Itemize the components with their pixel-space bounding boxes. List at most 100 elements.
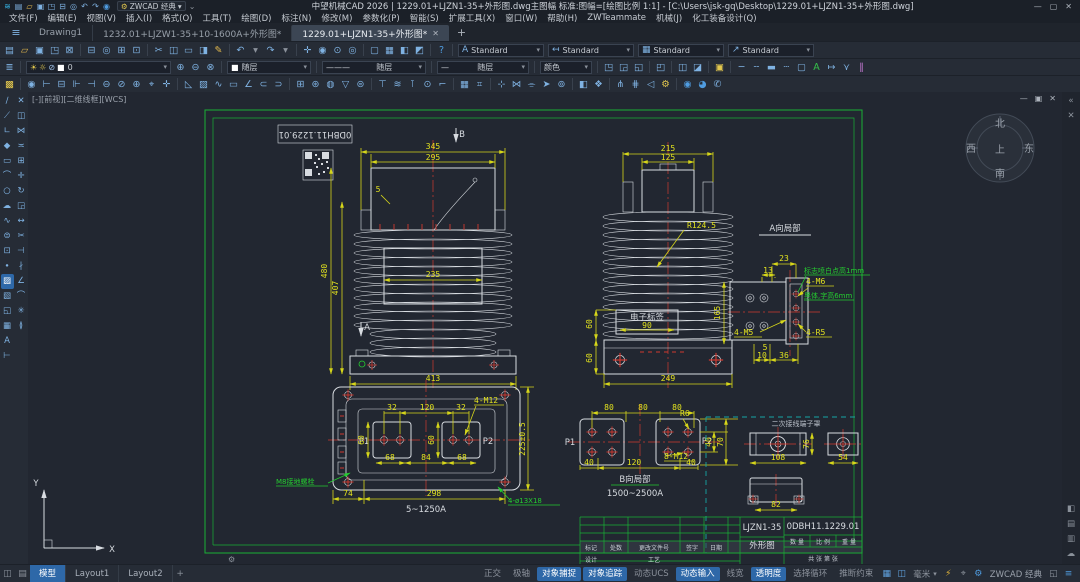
plot-icon[interactable]: ⊟ [57,2,68,11]
new-file-icon[interactable]: ▤ [13,2,24,11]
status-toggle[interactable]: 动态输入 [676,567,720,581]
close-button[interactable]: ✕ [1065,2,1072,11]
menu-item[interactable]: 修改(M) [316,12,357,24]
design-center-icon[interactable]: ▤ [1063,517,1079,532]
layout-tab[interactable]: 模型 [30,565,66,582]
linetype-control-icon[interactable]: ╌ [749,60,764,75]
title-block-icon[interactable]: ◧ [576,77,591,92]
paste-icon[interactable]: ▭ [181,43,196,58]
revolve-icon[interactable]: ⊚ [554,77,569,92]
update-fields-icon[interactable]: ▣ [712,60,727,75]
paste-special-icon[interactable]: ◨ [196,43,211,58]
linetype-dropdown[interactable]: ——— 随层 ▾ [322,61,426,74]
constraint-bars-icon[interactable]: ∥ [854,60,869,75]
weld-symbol-icon[interactable]: ∠ [241,77,256,92]
layer-previous-icon[interactable]: ⊖ [188,60,203,75]
viewport-multi-icon[interactable]: ▦ [382,43,397,58]
menu-item[interactable]: ZWTeammate [582,13,651,23]
cone-icon[interactable]: ▽ [338,77,353,92]
undo-icon[interactable]: ↶ [79,2,90,11]
menu-item[interactable]: 视图(V) [82,12,121,24]
block-edit-icon[interactable]: ◪ [690,60,705,75]
document-tab[interactable]: 1232.01+LJZW1-35+10-1600A+外形图* [92,25,291,41]
zoom-realtime-icon[interactable]: ◉ [315,43,330,58]
layout-tab[interactable]: Layout1 [66,565,119,582]
menu-item[interactable]: 扩展工具(X) [444,12,500,24]
layer-freeze-sun-icon[interactable]: ☼ [39,63,46,72]
join-icon[interactable]: ≬ [15,319,28,334]
trim-icon[interactable]: ✂ [15,229,28,244]
arrow-view-icon[interactable]: ➤ [539,77,554,92]
menu-item[interactable]: 机械(J) [651,12,687,24]
hook-icon[interactable]: ⊃ [271,77,286,92]
color-dropdown[interactable]: ■ 随层 ▾ [227,61,311,74]
bolt-side-icon[interactable]: ⊢ [39,77,54,92]
pair-icon[interactable]: ⋔ [613,77,628,92]
polygon-icon[interactable]: ◆ [1,139,14,154]
open-file-icon[interactable]: ▱ [24,2,35,11]
undo-dropdown-icon[interactable]: ▾ [248,43,263,58]
layer-color-swatch[interactable]: ■ [57,63,65,72]
rotate-icon[interactable]: ↻ [15,184,28,199]
insert-block-icon[interactable]: ⊡ [1,244,14,259]
plot-preview-icon[interactable]: ◎ [68,2,79,11]
crosshair-icon[interactable]: ✛ [159,77,174,92]
array-icon[interactable]: ⊞ [15,154,28,169]
mirror-icon[interactable]: ⋈ [15,124,28,139]
zoom-previous-icon[interactable]: ◎ [345,43,360,58]
save-file-icon[interactable]: ▣ [35,2,46,11]
cut-icon[interactable]: ✂ [151,43,166,58]
compass-up-label[interactable]: 上 [995,144,1005,156]
publish-icon[interactable]: ⊞ [114,43,129,58]
compass-east-label[interactable]: 东 [1024,142,1034,155]
drawing-canvas[interactable]: [-][前视][二维线框][WCS] — ▣ ✕ [28,92,1062,564]
frame-icon[interactable]: ❖ [591,77,606,92]
status-toggle[interactable]: 线宽 [722,567,749,581]
arc-icon[interactable]: ⌒ [1,169,14,184]
ribbon-collapse-icon[interactable]: ⌄ [187,2,198,11]
lineweight-dropdown[interactable]: — 随层 ▾ [437,61,529,74]
help-icon[interactable]: ? [434,43,449,58]
move-icon[interactable]: ✛ [15,169,28,184]
help-info-icon[interactable]: ◉ [101,2,112,11]
bearing-icon[interactable]: ⊞ [293,77,308,92]
menu-item[interactable]: 格式(O) [157,12,197,24]
zw3d-icon[interactable]: ◉ [680,77,695,92]
cloud-sync-icon[interactable]: ◕ [695,77,710,92]
export-icon[interactable]: ⊠ [62,43,77,58]
redo-icon[interactable]: ↷ [263,43,278,58]
status-toggle[interactable]: 透明度 [751,567,787,581]
viewport-single-icon[interactable]: ▢ [367,43,382,58]
layer-states-icon[interactable]: ⊗ [203,60,218,75]
rectangle-icon[interactable]: ▭ [1,154,14,169]
panel-close-icon[interactable]: ✕ [1063,109,1079,124]
workspace-switch-icon[interactable]: ◫ [894,569,909,579]
panel-expand-icon[interactable]: « [1063,94,1079,109]
doc-minimize-icon[interactable]: — [1020,94,1028,103]
clean-screen-cursor-icon[interactable]: ⌖ [956,569,971,579]
polyline-icon[interactable]: ∟ [1,124,14,139]
pan-icon[interactable]: ✛ [300,43,315,58]
save-as-icon[interactable]: ◳ [47,43,62,58]
transparency-icon[interactable]: ▢ [794,60,809,75]
extend-icon[interactable]: ⊣ [15,244,28,259]
batch-plot-icon[interactable]: ⊡ [129,43,144,58]
open-file-icon[interactable]: ▱ [17,43,32,58]
roughness-icon[interactable]: ≋ [390,77,405,92]
offset-icon[interactable]: ≍ [15,139,28,154]
hatch-icon[interactable]: ▨ [1,274,14,289]
layer-dropdown[interactable]: ☀☼⊘■ 0 ▾ [26,61,171,74]
cloud-panel-icon[interactable]: ☁ [1063,547,1079,562]
mtext-icon[interactable]: A [1,334,14,349]
status-toggle[interactable]: 极轴 [508,567,535,581]
explode-icon[interactable]: ✳ [15,304,28,319]
layer-on-bulb-icon[interactable]: ☀ [30,63,37,72]
profile-icon[interactable]: ▭ [226,77,241,92]
tool-palette-icon[interactable]: ▥ [1063,532,1079,547]
menu-item[interactable]: 标注(N) [276,12,316,24]
screw-icon[interactable]: ⊩ [69,77,84,92]
menu-item[interactable]: 帮助(H) [542,12,582,24]
leader-note-icon[interactable]: ⌐ [435,77,450,92]
compass-north-label[interactable]: 北 [995,118,1005,130]
dim-linear-icon[interactable]: ⊢ [1,349,14,364]
